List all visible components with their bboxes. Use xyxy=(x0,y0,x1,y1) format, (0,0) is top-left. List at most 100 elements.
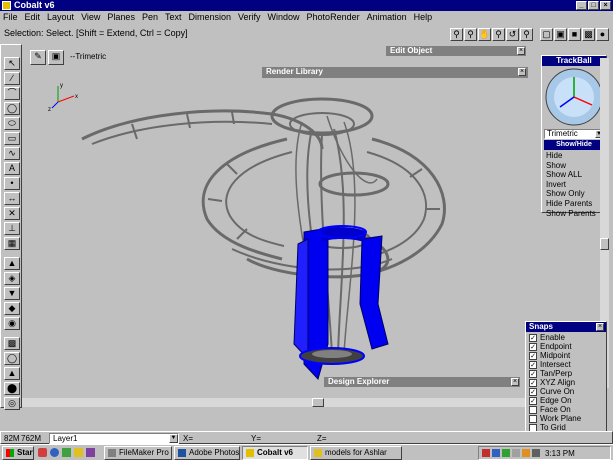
circle-icon[interactable]: ◯ xyxy=(4,102,20,115)
menu-show-all[interactable]: Show ALL xyxy=(546,170,606,180)
minimize-button[interactable]: _ xyxy=(576,1,587,10)
design-explorer-panel[interactable]: Design Explorer × xyxy=(324,377,520,387)
edit-object-panel[interactable]: Edit Object × xyxy=(386,46,526,56)
tray-app-icon[interactable] xyxy=(482,449,490,457)
snap-checkbox[interactable]: ✓ xyxy=(529,352,537,360)
layer-select[interactable]: Layer1 ▼ xyxy=(49,433,179,444)
quicklaunch-app-icon[interactable] xyxy=(38,448,47,457)
menu-help[interactable]: Help xyxy=(411,12,437,22)
menu-file[interactable]: File xyxy=(0,12,22,22)
arc-icon[interactable]: ⌒ xyxy=(4,87,20,100)
menu-show-parents[interactable]: Show Parents xyxy=(546,209,606,219)
trim-icon[interactable]: ✕ xyxy=(4,207,20,220)
quicklaunch-folder-icon[interactable] xyxy=(74,448,83,457)
solid-loft-icon[interactable]: ◆ xyxy=(4,302,20,315)
model-canvas[interactable]: x y z xyxy=(22,44,609,408)
menu-show-only[interactable]: Show Only xyxy=(546,189,606,199)
tray-printer-icon[interactable] xyxy=(512,449,520,457)
zoom-icon[interactable]: ⚲ xyxy=(450,28,463,41)
menu-dimension[interactable]: Dimension xyxy=(185,12,235,22)
render-library-panel[interactable]: Render Library × xyxy=(262,67,528,78)
menu-window[interactable]: Window xyxy=(265,12,304,22)
tray-volume-icon[interactable] xyxy=(532,449,540,457)
box-primitive-icon[interactable]: ▩ xyxy=(4,337,20,350)
task-models-folder[interactable]: models for Ashlar xyxy=(310,446,402,460)
snap-checkbox[interactable]: ✓ xyxy=(529,397,537,405)
snap-option-face-on[interactable]: Face On xyxy=(526,405,606,414)
close-button[interactable]: × xyxy=(600,1,611,10)
quicklaunch-media-icon[interactable] xyxy=(86,448,95,457)
horizontal-scrollbar[interactable] xyxy=(22,398,600,407)
snaps-close-icon[interactable]: × xyxy=(596,323,604,331)
rotate-icon[interactable]: ↺ xyxy=(506,28,519,41)
snap-checkbox[interactable] xyxy=(529,415,537,423)
snap-option-midpoint[interactable]: ✓ Midpoint xyxy=(526,351,606,360)
snap-option-tan-perp[interactable]: ✓ Tan/Perp xyxy=(526,369,606,378)
rectangle-icon[interactable]: ▭ xyxy=(4,132,20,145)
cylinder-icon[interactable]: ◯ xyxy=(4,352,20,365)
select-arrow-icon[interactable]: ↖ xyxy=(4,57,20,70)
menu-planes[interactable]: Planes xyxy=(104,12,139,22)
menu-photorender[interactable]: PhotoRender xyxy=(304,12,364,22)
quicklaunch-browser-icon[interactable] xyxy=(50,448,59,457)
cone-icon[interactable]: ▲ xyxy=(4,367,20,380)
snap-option-xyz-align[interactable]: ✓ XYZ Align xyxy=(526,378,606,387)
line-icon[interactable]: ∕ xyxy=(4,72,20,85)
menu-text[interactable]: Text xyxy=(162,12,186,22)
snap-option-enable[interactable]: ✓ Enable xyxy=(526,333,606,342)
zoom-all-icon[interactable]: ⚲ xyxy=(520,28,533,41)
snap-option-curve-on[interactable]: ✓ Curve On xyxy=(526,387,606,396)
horizontal-scroll-thumb[interactable] xyxy=(312,398,324,407)
snap-checkbox[interactable]: ✓ xyxy=(529,379,537,387)
point-icon[interactable]: • xyxy=(4,177,20,190)
trackball-sphere[interactable] xyxy=(544,67,604,127)
snap-checkbox[interactable]: ✓ xyxy=(529,361,537,369)
task-photoshop[interactable]: Adobe Photoshop xyxy=(174,446,240,460)
menu-layout[interactable]: Layout xyxy=(44,12,78,22)
maximize-button[interactable]: □ xyxy=(588,1,599,10)
menu-hide[interactable]: Hide xyxy=(546,151,606,161)
curve-icon[interactable]: ∿ xyxy=(4,147,20,160)
edit-object-close-icon[interactable]: × xyxy=(517,47,525,55)
snap-checkbox[interactable] xyxy=(529,406,537,414)
sphere-icon[interactable]: ⬤ xyxy=(4,382,20,395)
solid-extrude-icon[interactable]: ▲ xyxy=(4,257,20,270)
tray-network-icon[interactable] xyxy=(492,449,500,457)
snap-checkbox[interactable]: ✓ xyxy=(529,343,537,351)
menu-verify[interactable]: Verify xyxy=(235,12,265,22)
pan-hand-icon[interactable]: ✋ xyxy=(478,28,491,41)
tray-update-icon[interactable] xyxy=(522,449,530,457)
menu-hide-parents[interactable]: Hide Parents xyxy=(546,199,606,209)
design-explorer-close-icon[interactable]: × xyxy=(511,378,519,386)
vertical-scroll-thumb[interactable] xyxy=(600,238,609,250)
text-tool-icon[interactable]: A xyxy=(4,162,20,175)
menu-invert[interactable]: Invert xyxy=(546,180,606,190)
menu-edit[interactable]: Edit xyxy=(22,12,45,22)
menu-view[interactable]: View xyxy=(78,12,104,22)
shaded-box-icon[interactable]: ■ xyxy=(568,28,581,41)
tray-antivirus-icon[interactable] xyxy=(502,449,510,457)
snap-option-intersect[interactable]: ✓ Intersect xyxy=(526,360,606,369)
view-select[interactable]: Trimetric ▼ xyxy=(544,129,604,139)
snap-option-work-plane[interactable]: Work Plane xyxy=(526,414,606,423)
dimension-icon[interactable]: ↔ xyxy=(4,192,20,205)
quicklaunch-desktop-icon[interactable] xyxy=(62,448,71,457)
task-cobalt[interactable]: Cobalt v6 xyxy=(242,446,308,460)
menu-show[interactable]: Show xyxy=(546,161,606,171)
boolean-icon[interactable]: ◉ xyxy=(4,317,20,330)
snap-checkbox[interactable]: ✓ xyxy=(529,370,537,378)
snap-option-endpoint[interactable]: ✓ Endpoint xyxy=(526,342,606,351)
render-library-close-icon[interactable]: × xyxy=(518,68,526,76)
chevron-down-icon[interactable]: ▼ xyxy=(169,434,178,443)
start-button[interactable]: Start xyxy=(2,446,34,460)
solid-revolve-icon[interactable]: ◈ xyxy=(4,272,20,285)
snap-option-edge-on[interactable]: ✓ Edge On xyxy=(526,396,606,405)
render-box-icon[interactable]: ▩ xyxy=(582,28,595,41)
menu-animation[interactable]: Animation xyxy=(364,12,411,22)
snap-checkbox[interactable]: ✓ xyxy=(529,334,537,342)
ellipse-icon[interactable]: ⬭ xyxy=(4,117,20,130)
menu-pen[interactable]: Pen xyxy=(139,12,162,22)
solid-sweep-icon[interactable]: ▼ xyxy=(4,287,20,300)
lights-icon[interactable]: ● xyxy=(596,28,609,41)
torus-icon[interactable]: ◎ xyxy=(4,397,20,410)
